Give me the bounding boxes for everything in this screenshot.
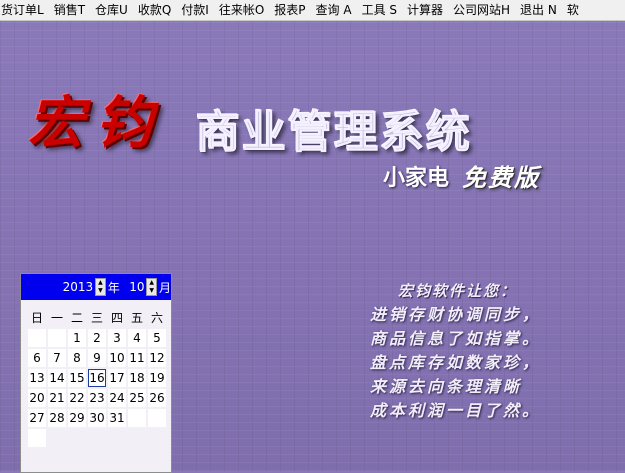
calendar-day[interactable]: 6 — [28, 349, 46, 367]
calendar-day[interactable]: 2 — [88, 329, 106, 347]
year-spinner[interactable]: ▲ ▼ — [95, 278, 106, 296]
menu-item[interactable]: 公司网站H — [448, 0, 515, 20]
calendar-day[interactable]: 20 — [28, 389, 46, 407]
menu-item[interactable]: 往来帐O — [214, 0, 269, 20]
slogan-line: 成本利润一目了然。 — [370, 401, 542, 420]
menu-item[interactable]: 销售T — [49, 0, 90, 20]
calendar-day[interactable]: 1 — [68, 329, 86, 347]
calendar-day[interactable]: 5 — [148, 329, 166, 347]
calendar-day[interactable]: 13 — [28, 369, 46, 387]
weekday-header: 日 — [30, 311, 43, 325]
menu-item[interactable]: 查询 A — [311, 0, 357, 20]
calendar-day[interactable]: 23 — [88, 389, 106, 407]
spin-down-icon[interactable]: ▼ — [147, 287, 156, 295]
calendar-day[interactable]: 8 — [68, 349, 86, 367]
calendar-widget: 2013 ▲ ▼ 年 10 ▲ ▼ 月 日一二三四五六 1 2 3 4 5 6 7 8 9 10 11… — [20, 273, 172, 473]
calendar-empty-cell — [48, 329, 66, 347]
slogan-title: 宏钧软件让您： — [398, 282, 518, 300]
edition-label: 小家电 — [383, 166, 450, 191]
slogan-line: 盘点库存如数家珍， — [370, 353, 542, 372]
calendar-day[interactable]: 27 — [28, 409, 46, 427]
calendar-day[interactable]: 29 — [68, 409, 86, 427]
weekday-header: 三 — [90, 311, 103, 325]
weekday-header: 二 — [70, 311, 83, 325]
menu-item[interactable]: 报表P — [269, 0, 310, 20]
calendar-month[interactable]: 10 — [129, 280, 144, 294]
calendar-day[interactable]: 31 — [108, 409, 126, 427]
menu-item[interactable]: 付款I — [176, 0, 214, 20]
weekday-header: 一 — [50, 311, 63, 325]
slogan-panel: 宏钧软件让您： 进销存财协调同步， 商品信息了如指掌。 盘点库存如数家珍， 来源去向条… — [370, 279, 541, 423]
system-title: 商业管理系统 — [196, 107, 472, 159]
spin-down-icon[interactable]: ▼ — [96, 287, 105, 295]
calendar-empty-cell — [148, 409, 166, 427]
slogan-line: 来源去向条理清晰 — [370, 377, 523, 396]
calendar-day[interactable]: 10 — [108, 349, 126, 367]
menu-item[interactable]: 软 — [562, 0, 584, 20]
menu-bar: 货订单L 销售T 仓库U 收款Q 付款I 往来帐O 报表P 查询 A 工具 S 计算器 公司网站H 退… — [0, 0, 625, 21]
calendar-day[interactable]: 24 — [108, 389, 126, 407]
slogan-lines: 进销存财协调同步， 商品信息了如指掌。 盘点库存如数家珍， 来源去向条理清晰 成本利润一… — [370, 303, 541, 423]
month-spinner[interactable]: ▲ ▼ — [146, 278, 157, 296]
menu-item[interactable]: 仓库U — [90, 0, 133, 20]
calendar-day-today[interactable]: 16 — [88, 369, 106, 387]
calendar-day[interactable]: 11 — [128, 349, 146, 367]
calendar-day[interactable]: 9 — [88, 349, 106, 367]
spin-up-icon[interactable]: ▲ — [147, 279, 156, 287]
edition-free-label: 免费版 — [462, 163, 540, 192]
calendar-day[interactable]: 26 — [148, 389, 166, 407]
slogan-line: 商品信息了如指掌。 — [370, 329, 542, 348]
calendar-day[interactable]: 28 — [48, 409, 66, 427]
weekday-header: 五 — [130, 311, 143, 325]
calendar-day[interactable]: 22 — [68, 389, 86, 407]
calendar-day[interactable]: 19 — [148, 369, 166, 387]
calendar-day[interactable]: 15 — [68, 369, 86, 387]
calendar-day[interactable]: 4 — [128, 329, 146, 347]
weekday-header: 四 — [110, 311, 123, 325]
calendar-day[interactable]: 21 — [48, 389, 66, 407]
calendar-day[interactable]: 17 — [108, 369, 126, 387]
menu-item[interactable]: 货订单L — [0, 0, 49, 20]
calendar-grid: 日一二三四五六 1 2 3 4 5 6 7 8 9 10 11 12 13 14 15 16 17 18 19 20 21… — [27, 308, 171, 448]
calendar-day[interactable]: 12 — [148, 349, 166, 367]
calendar-day[interactable]: 3 — [108, 329, 126, 347]
calendar-day[interactable]: 7 — [48, 349, 66, 367]
calendar-day[interactable]: 30 — [88, 409, 106, 427]
calendar-empty-cell — [28, 429, 46, 447]
calendar-empty-cell — [128, 409, 146, 427]
menu-item[interactable]: 工具 S — [357, 0, 402, 20]
calendar-empty-cell — [28, 329, 46, 347]
menu-item[interactable]: 计算器 — [402, 0, 448, 20]
calendar-year-label: 年 — [107, 280, 120, 295]
company-logo: 宏钧 — [28, 90, 164, 156]
calendar-day[interactable]: 25 — [128, 389, 146, 407]
spin-up-icon[interactable]: ▲ — [96, 279, 105, 287]
slogan-line: 进销存财协调同步， — [370, 305, 542, 324]
calendar-header: 2013 ▲ ▼ 年 10 ▲ ▼ 月 — [21, 274, 171, 300]
calendar-day[interactable]: 18 — [128, 369, 146, 387]
calendar-year[interactable]: 2013 — [63, 280, 94, 294]
weekday-header: 六 — [150, 311, 163, 325]
menu-item[interactable]: 退出 N — [515, 0, 562, 20]
calendar-month-label: 月 — [158, 280, 171, 295]
calendar-day[interactable]: 14 — [48, 369, 66, 387]
menu-item[interactable]: 收款Q — [133, 0, 176, 20]
